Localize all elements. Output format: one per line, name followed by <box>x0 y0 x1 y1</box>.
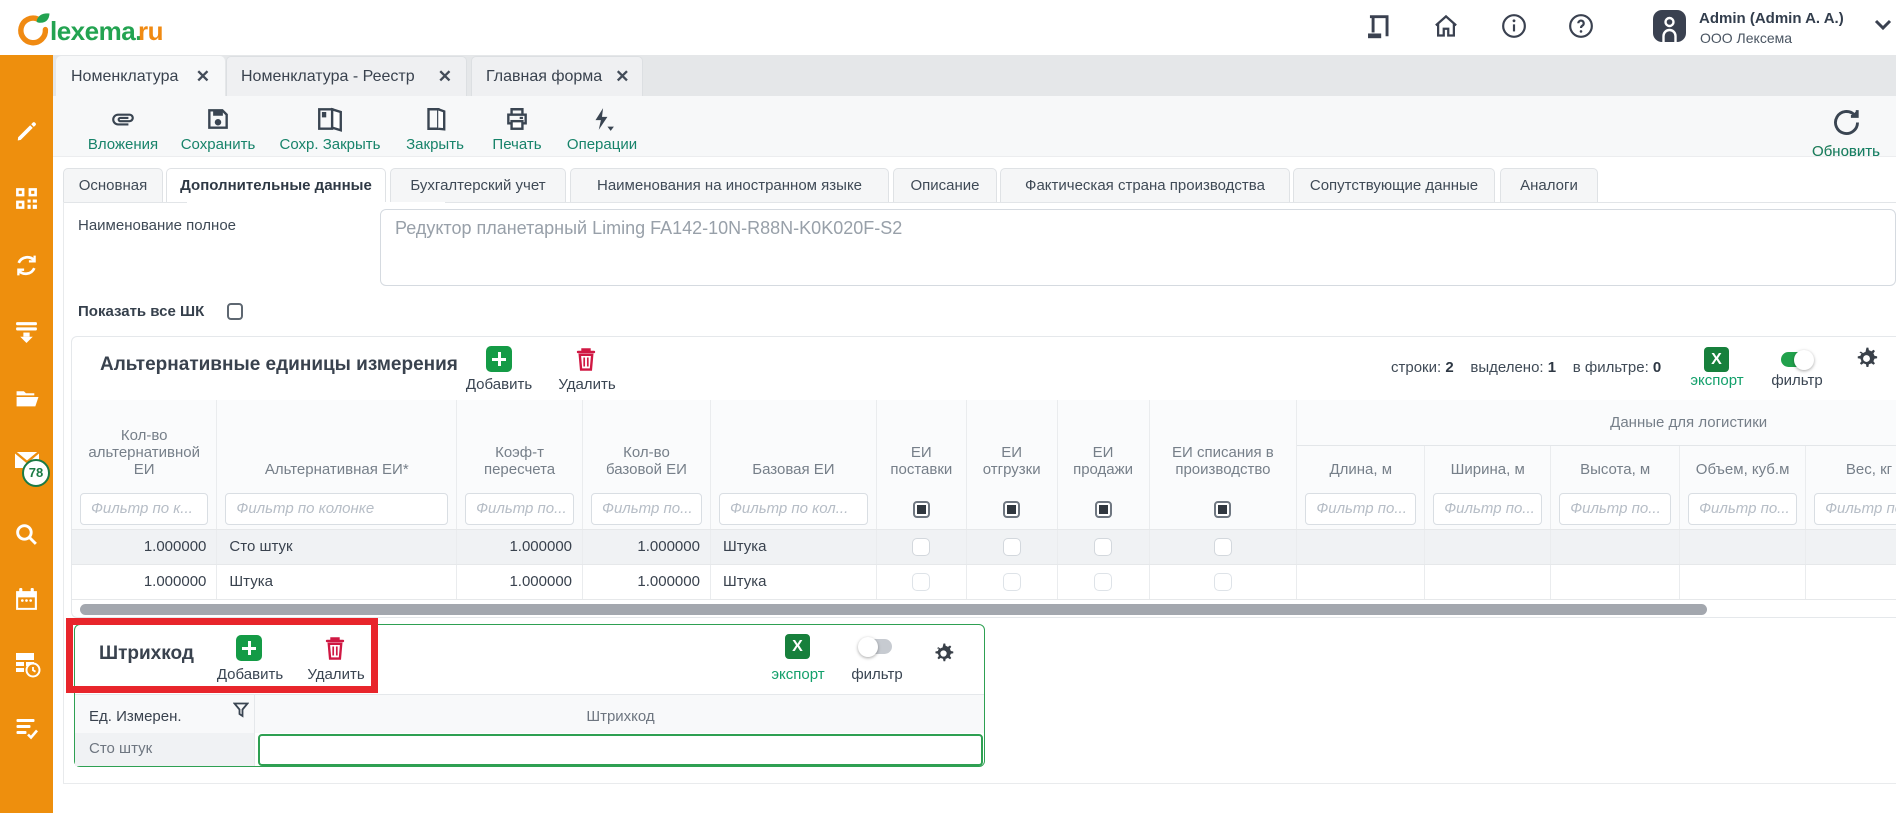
svg-text:ru: ru <box>138 16 163 46</box>
svg-text:lexema.: lexema. <box>50 16 142 46</box>
